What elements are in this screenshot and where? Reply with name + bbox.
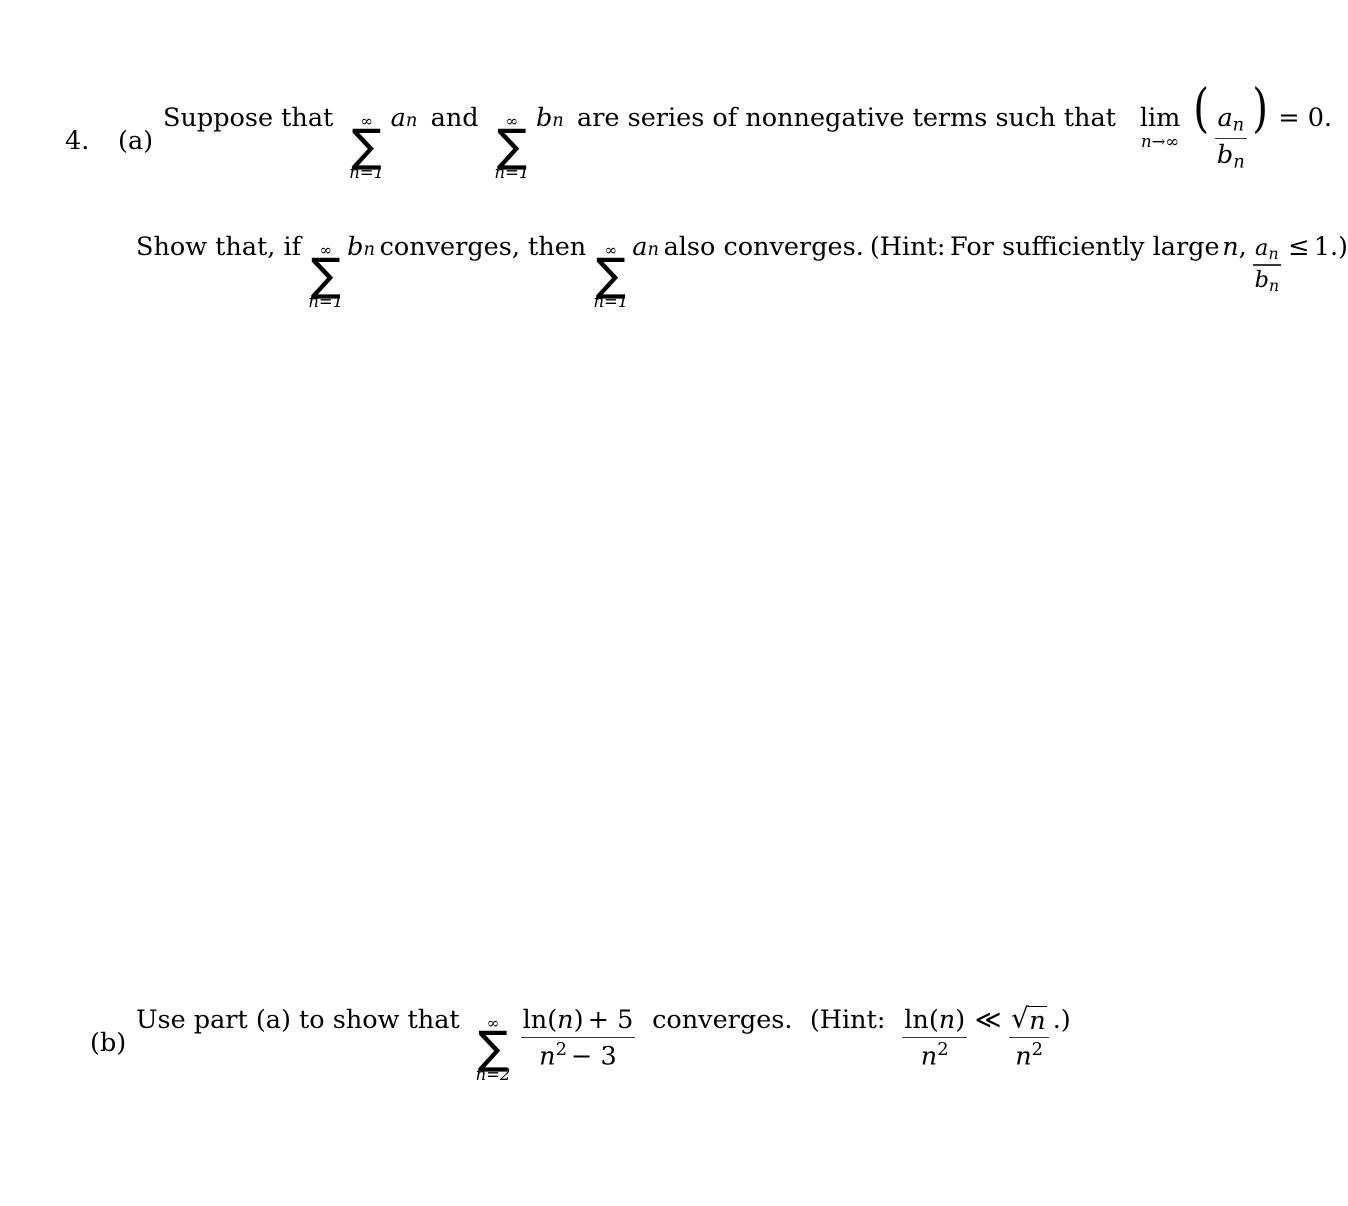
fraction-denominator: n2− 3 — [539, 1038, 617, 1072]
comma: , — [1238, 231, 1247, 262]
sigma-icon: ∑ — [310, 247, 341, 301]
summation-b-n: ∞ ∑ n=1 — [494, 114, 529, 182]
sum-lower-limit: n=1 — [349, 163, 385, 182]
summation-b-n: ∞ ∑ n=1 — [308, 242, 344, 311]
fraction-numerator: √ n — [1009, 1002, 1049, 1036]
sigma-icon: ∑ — [351, 119, 382, 172]
document-page: 4. (a) Suppose that ∞ ∑ n=1 an and ∞ ∑ n… — [0, 0, 1348, 1206]
limit-operator: lim n→∞ — [1139, 103, 1181, 151]
variable-a: a — [632, 231, 648, 262]
text-converges-then: converges, then — [379, 231, 587, 262]
problem-4-part-b: (b) Use part (a) to show that ∞ ∑ n=2 ln… — [0, 1002, 1348, 1084]
text-also-converges: also converges. — [663, 231, 864, 262]
fraction-a-over-b: an bn — [1214, 103, 1247, 173]
problem-4b-line-1: Use part (a) to show that ∞ ∑ n=2 ln(n) +… — [136, 1002, 1348, 1084]
summation-a-n: ∞ ∑ n=1 — [349, 114, 384, 182]
problem-4-part-a: 4. (a) Suppose that ∞ ∑ n=1 an and ∞ ∑ n… — [0, 79, 1348, 311]
problem-4a-line-1: Suppose that ∞ ∑ n=1 an and ∞ ∑ n=1 bn a — [163, 79, 1333, 182]
variable-b: b — [347, 231, 364, 262]
sum-lower-limit: n=2 — [475, 1065, 511, 1084]
subscript-n: n — [647, 238, 659, 260]
sigma-icon: ∑ — [477, 1021, 509, 1074]
text-hint-open: (Hint: — [869, 231, 946, 262]
sigma-icon: ∑ — [595, 247, 626, 301]
text-and: and — [430, 103, 479, 133]
fraction-bar — [1009, 1037, 1050, 1039]
text-use-part-a: Use part (a) to show that — [136, 1005, 460, 1035]
fraction-bar — [1214, 137, 1247, 140]
lim-text: lim — [1139, 103, 1181, 133]
text-sufficiently-large: For sufficiently large — [950, 231, 1220, 262]
subscript-n: n — [405, 110, 418, 131]
sum-lower-limit: n=1 — [593, 291, 629, 311]
fraction-numerator: an — [1217, 103, 1245, 136]
fraction-numerator: ln(n) + 5 — [522, 1005, 634, 1035]
sigma-icon: ∑ — [496, 119, 528, 172]
fraction-denominator: n2 — [1015, 1039, 1044, 1072]
text-series-nonnegative: are series of nonnegative terms such tha… — [577, 103, 1116, 133]
text-period-close-paren: .) — [1052, 1005, 1071, 1035]
variable-b: b — [535, 103, 553, 133]
variable-a: a — [390, 103, 406, 133]
sum-lower-limit: n=1 — [308, 291, 344, 311]
equals-zero: = 0. — [1278, 103, 1333, 133]
text-suppose-that: Suppose that — [163, 103, 334, 133]
subscript-n: n — [363, 238, 375, 260]
sum-lower-limit: n=1 — [494, 163, 530, 182]
fraction-bar — [902, 1036, 968, 1038]
text-hint-open: (Hint: — [809, 1005, 886, 1035]
fraction-denominator: n2 — [920, 1038, 949, 1072]
subscript-n: n — [552, 110, 564, 131]
fraction-denominator: bn — [1254, 266, 1280, 295]
less-than-or-equal-icon: ≤ — [1288, 231, 1310, 262]
fraction-sqrtn-over-nsq: √ n n2 — [1009, 1002, 1050, 1072]
fraction-ln-over-n2: ln(n) + 5 n2− 3 — [520, 1005, 636, 1072]
fraction-a-over-b: an bn — [1252, 234, 1282, 295]
limit-lower: n→∞ — [1140, 131, 1180, 151]
fraction-denominator: bn — [1216, 140, 1245, 173]
summation-a-n: ∞ ∑ n=1 — [593, 242, 629, 311]
fraction-lnn-over-nsq: ln(n) n2 — [902, 1005, 968, 1072]
fraction-bar — [520, 1036, 636, 1038]
text-converges: converges. — [652, 1005, 793, 1035]
text-one-close-paren: 1.) — [1313, 231, 1348, 262]
much-less-than-icon: ≪ — [974, 1005, 1002, 1035]
fraction-bar — [1252, 264, 1282, 266]
fraction-numerator: ln(n) — [904, 1005, 966, 1035]
square-root-icon: √ n — [1011, 1002, 1048, 1036]
fraction-numerator: an — [1255, 234, 1279, 263]
problem-4a-line-2: Show that, if ∞ ∑ n=1 bn converges, then… — [136, 231, 1348, 311]
text-show-that-if: Show that, if — [136, 231, 302, 262]
problem-number: 4. — [65, 126, 90, 156]
variable-n: n — [1222, 231, 1239, 262]
summation-series-b: ∞ ∑ n=2 — [475, 1016, 510, 1084]
